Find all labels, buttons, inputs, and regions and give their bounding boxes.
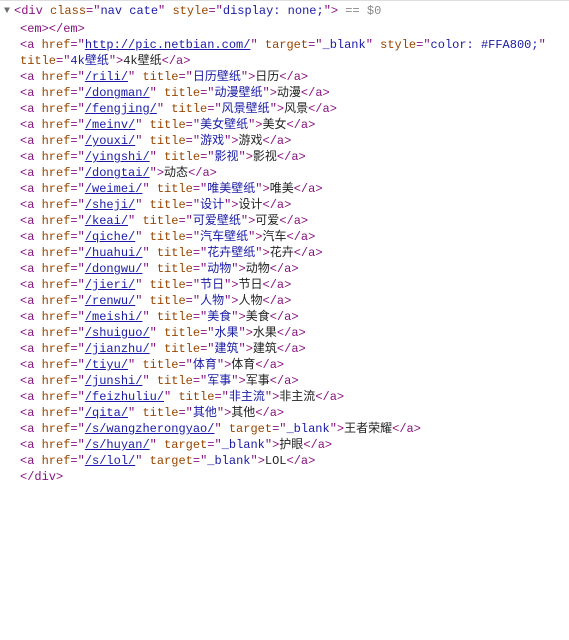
- element-node-anchor[interactable]: <a href="/qita/" title="其他">其他</a>: [0, 405, 569, 421]
- element-node-anchor[interactable]: <a href="http://pic.netbian.com/" target…: [0, 37, 569, 69]
- anchor-text: 节日: [239, 278, 263, 292]
- anchor-text: 动态: [164, 166, 188, 180]
- href-link[interactable]: /sheji/: [85, 198, 135, 212]
- href-link[interactable]: /s/wangzherongyao/: [85, 422, 215, 436]
- href-link[interactable]: /weimei/: [85, 182, 143, 196]
- href-link[interactable]: /junshi/: [85, 374, 143, 388]
- closing-tag: </div>: [20, 470, 63, 484]
- element-node-anchor[interactable]: <a href="/s/lol/" target="_blank">LOL</a…: [0, 453, 569, 469]
- element-node-anchor[interactable]: <a href="/sheji/" title="设计">设计</a>: [0, 197, 569, 213]
- element-node-anchor[interactable]: <a href="/meinv/" title="美女壁纸">美女</a>: [0, 117, 569, 133]
- anchor-text: 可爱: [255, 214, 279, 228]
- element-node-anchor[interactable]: <a href="/rili/" title="日历壁纸">日历</a>: [0, 69, 569, 85]
- anchor-text: 汽车: [263, 230, 287, 244]
- element-node-anchor[interactable]: <a href="/dongwu/" title="动物">动物</a>: [0, 261, 569, 277]
- href-link[interactable]: /s/huyan/: [85, 438, 150, 452]
- element-node-anchor[interactable]: <a href="/fengjing/" title="风景壁纸">风景</a>: [0, 101, 569, 117]
- href-link[interactable]: /shuiguo/: [85, 326, 150, 340]
- element-node-anchor[interactable]: <a href="/dongman/" title="动漫壁纸">动漫</a>: [0, 85, 569, 101]
- anchor-text: 唯美: [270, 182, 294, 196]
- anchor-text: 非主流: [279, 390, 315, 404]
- href-link[interactable]: /s/lol/: [85, 454, 135, 468]
- href-link[interactable]: /keai/: [85, 214, 128, 228]
- element-node-anchor[interactable]: <a href="/dongtai/">动态</a>: [0, 165, 569, 181]
- anchor-text: 风景: [284, 102, 308, 116]
- href-link[interactable]: /dongtai/: [85, 166, 150, 180]
- href-link[interactable]: /jianzhu/: [85, 342, 150, 356]
- element-node-anchor[interactable]: <a href="/yingshi/" title="影视">影视</a>: [0, 149, 569, 165]
- element-node-anchor[interactable]: <a href="/tiyu/" title="体育">体育</a>: [0, 357, 569, 373]
- href-link[interactable]: /youxi/: [85, 134, 135, 148]
- element-node-anchor[interactable]: <a href="/jieri/" title="节日">节日</a>: [0, 277, 569, 293]
- element-node-div-open[interactable]: ▼<div class="nav cate" style="display: n…: [0, 3, 569, 21]
- tag-name: div: [21, 4, 43, 18]
- anchor-text: 动物: [246, 262, 270, 276]
- href-link[interactable]: /jieri/: [85, 278, 135, 292]
- element-node-anchor[interactable]: <a href="/youxi/" title="游戏">游戏</a>: [0, 133, 569, 149]
- anchor-text: LOL: [265, 454, 287, 468]
- anchor-text: 人物: [239, 294, 263, 308]
- element-node-anchor[interactable]: <a href="/feizhuliu/" title="非主流">非主流</a…: [0, 389, 569, 405]
- element-node-em[interactable]: <em></em>: [0, 21, 569, 37]
- href-link[interactable]: /qita/: [85, 406, 128, 420]
- href-link[interactable]: /meinv/: [85, 118, 135, 132]
- anchor-text: 日历: [255, 70, 279, 84]
- element-node-anchor[interactable]: <a href="/junshi/" title="军事">军事</a>: [0, 373, 569, 389]
- href-link[interactable]: /qiche/: [85, 230, 135, 244]
- anchor-text: 游戏: [239, 134, 263, 148]
- anchor-text: 4k壁纸: [123, 54, 161, 68]
- anchor-text: 设计: [239, 198, 263, 212]
- element-node-anchor[interactable]: <a href="/huahui/" title="花卉壁纸">花卉</a>: [0, 245, 569, 261]
- expand-toggle-icon[interactable]: ▼: [4, 4, 14, 20]
- element-node-anchor[interactable]: <a href="/weimei/" title="唯美壁纸">唯美</a>: [0, 181, 569, 197]
- element-node-anchor[interactable]: <a href="/keai/" title="可爱壁纸">可爱</a>: [0, 213, 569, 229]
- em-raw: <em></em>: [20, 22, 85, 36]
- anchor-text: 影视: [253, 150, 277, 164]
- element-node-anchor[interactable]: <a href="/qiche/" title="汽车壁纸">汽车</a>: [0, 229, 569, 245]
- anchor-text: 美女: [263, 118, 287, 132]
- anchor-text: 花卉: [270, 246, 294, 260]
- href-link[interactable]: /yingshi/: [85, 150, 150, 164]
- element-node-anchor[interactable]: <a href="/jianzhu/" title="建筑">建筑</a>: [0, 341, 569, 357]
- href-link[interactable]: /feizhuliu/: [85, 390, 164, 404]
- href-link[interactable]: /dongwu/: [85, 262, 143, 276]
- element-node-anchor[interactable]: <a href="/s/huyan/" target="_blank">护眼</…: [0, 437, 569, 453]
- anchor-text: 建筑: [253, 342, 277, 356]
- element-node-anchor[interactable]: <a href="/renwu/" title="人物">人物</a>: [0, 293, 569, 309]
- selected-node-hint: == $0: [338, 4, 381, 18]
- anchor-text: 动漫: [277, 86, 301, 100]
- href-link[interactable]: /meishi/: [85, 310, 143, 324]
- anchor-text: 美食: [246, 310, 270, 324]
- anchor-text: 王者荣耀: [344, 422, 392, 436]
- element-node-anchor[interactable]: <a href="/s/wangzherongyao/" target="_bl…: [0, 421, 569, 437]
- anchor-text: 护眼: [279, 438, 303, 452]
- href-link[interactable]: http://pic.netbian.com/: [85, 38, 251, 52]
- href-link[interactable]: /fengjing/: [85, 102, 157, 116]
- anchor-text: 其他: [231, 406, 255, 420]
- anchor-text: 体育: [231, 358, 255, 372]
- href-link[interactable]: /tiyu/: [85, 358, 128, 372]
- anchor-text: 军事: [246, 374, 270, 388]
- anchor-text: 水果: [253, 326, 277, 340]
- element-node-div-close[interactable]: </div>: [0, 469, 569, 485]
- element-node-anchor[interactable]: <a href="/meishi/" title="美食">美食</a>: [0, 309, 569, 325]
- href-link[interactable]: /renwu/: [85, 294, 135, 308]
- devtools-elements-panel[interactable]: ▼<div class="nav cate" style="display: n…: [0, 0, 569, 487]
- element-node-anchor[interactable]: <a href="/shuiguo/" title="水果">水果</a>: [0, 325, 569, 341]
- href-link[interactable]: /huahui/: [85, 246, 143, 260]
- href-link[interactable]: /dongman/: [85, 86, 150, 100]
- href-link[interactable]: /rili/: [85, 70, 128, 84]
